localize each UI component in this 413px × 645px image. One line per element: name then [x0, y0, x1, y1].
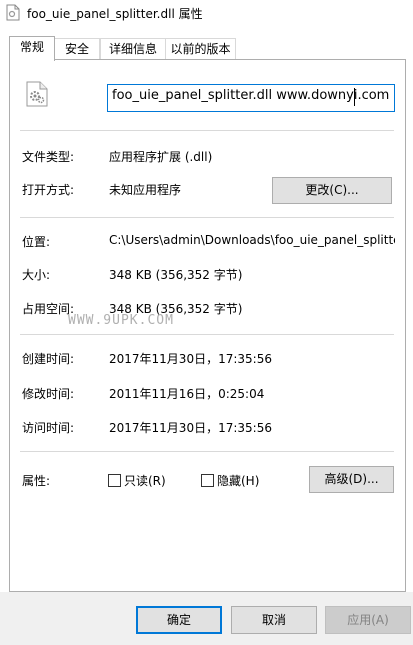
- separator: [20, 451, 394, 452]
- tab-strip: 常规 安全 详细信息 以前的版本: [0, 36, 413, 61]
- location-value[interactable]: C:\Users\admin\Downloads\foo_uie_panel_s…: [109, 233, 395, 247]
- modified-value: 2011年11月16日，0:25:04: [109, 387, 265, 401]
- attributes-label: 属性:: [22, 474, 51, 488]
- modified-label: 修改时间:: [22, 387, 75, 401]
- separator: [20, 130, 394, 131]
- title-bar: foo_uie_panel_splitter.dll 属性: [0, 0, 413, 26]
- size-label: 大小:: [22, 268, 51, 282]
- file-name-input[interactable]: foo_uie_panel_splitter.dll www.downyi.co…: [107, 84, 395, 112]
- dll-file-large-icon: [26, 81, 48, 107]
- apply-button[interactable]: 应用(A): [325, 606, 411, 634]
- readonly-checkbox[interactable]: [108, 474, 121, 487]
- location-label: 位置:: [22, 235, 51, 249]
- cancel-button[interactable]: 取消: [231, 606, 317, 634]
- dll-file-icon: [6, 4, 20, 21]
- opens-with-value: 未知应用程序: [109, 183, 182, 197]
- tab-security[interactable]: 安全: [54, 38, 100, 60]
- watermark: WWW.9UPK.COM: [68, 313, 174, 328]
- size-value: 348 KB (356,352 字节): [109, 268, 243, 282]
- file-type-label: 文件类型:: [22, 150, 75, 164]
- separator: [20, 334, 394, 335]
- created-label: 创建时间:: [22, 352, 75, 366]
- hidden-label[interactable]: 隐藏(H): [217, 472, 259, 489]
- size-on-disk-label: 占用空间:: [22, 302, 75, 316]
- text-caret: [354, 88, 355, 106]
- hidden-checkbox[interactable]: [201, 474, 214, 487]
- separator: [20, 217, 394, 218]
- accessed-value: 2017年11月30日，17:35:56: [109, 421, 272, 435]
- tab-general[interactable]: 常规: [9, 36, 55, 61]
- readonly-label[interactable]: 只读(R): [124, 472, 166, 489]
- file-type-value: 应用程序扩展 (.dll): [109, 150, 213, 164]
- ok-button[interactable]: 确定: [136, 606, 222, 634]
- opens-with-label: 打开方式:: [22, 183, 75, 197]
- tab-details[interactable]: 详细信息: [100, 38, 166, 60]
- change-button[interactable]: 更改(C)...: [272, 177, 392, 204]
- advanced-button[interactable]: 高级(D)...: [309, 466, 394, 493]
- tab-previous-versions[interactable]: 以前的版本: [165, 38, 236, 60]
- window-title: foo_uie_panel_splitter.dll 属性: [27, 7, 203, 21]
- created-value: 2017年11月30日，17:35:56: [109, 352, 272, 366]
- accessed-label: 访问时间:: [22, 421, 75, 435]
